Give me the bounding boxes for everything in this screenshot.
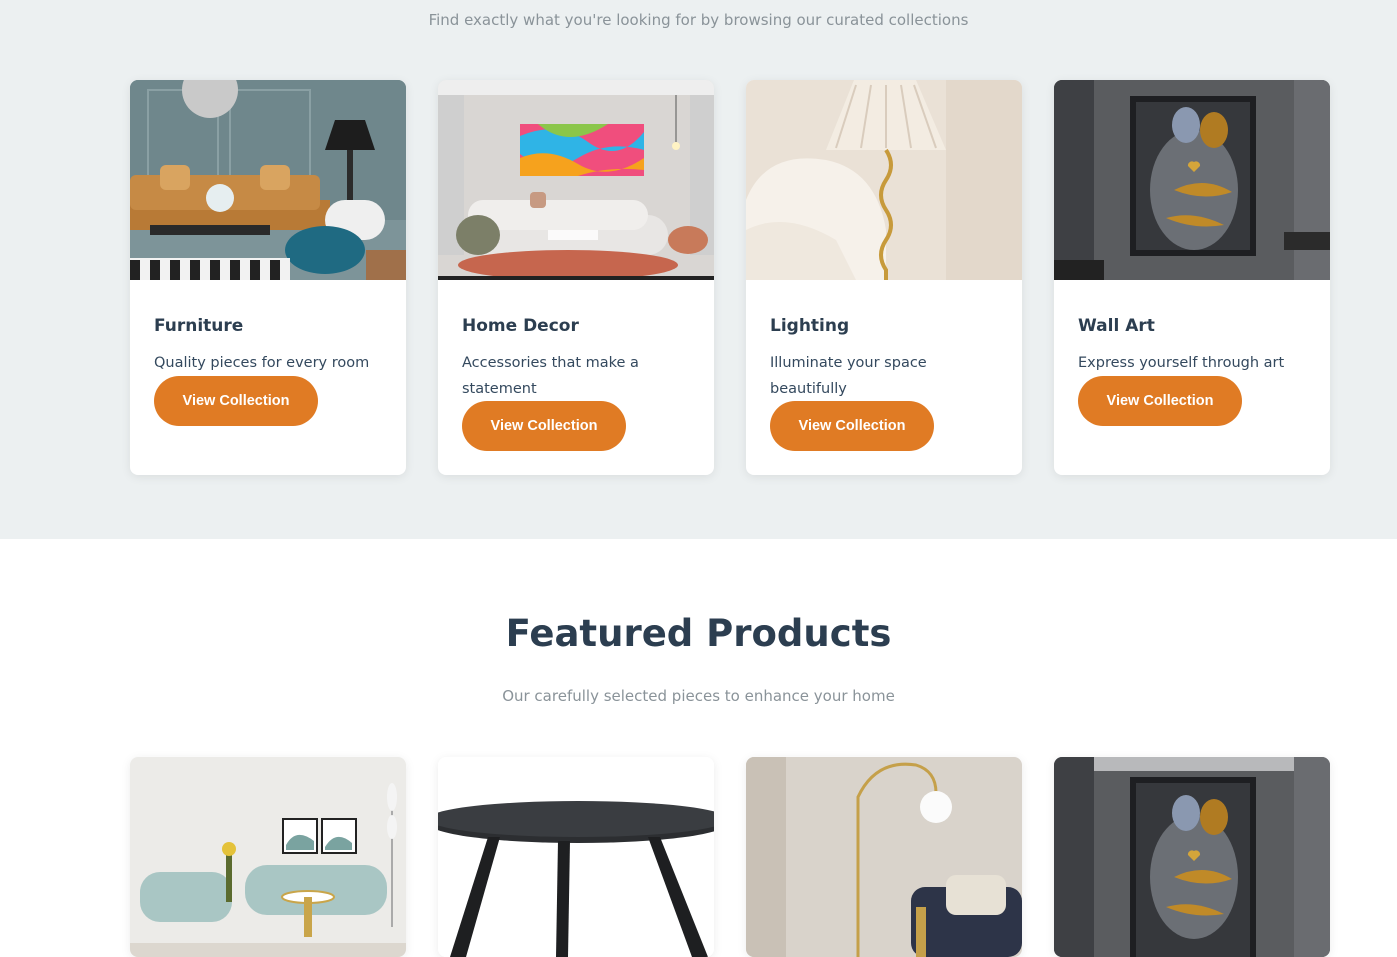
product-image bbox=[130, 757, 406, 957]
collection-card-lighting: Lighting Illuminate your space beautiful… bbox=[746, 80, 1022, 475]
product-image bbox=[438, 757, 714, 957]
home-decor-image bbox=[438, 80, 714, 280]
featured-title: Featured Products bbox=[505, 612, 892, 655]
lighting-image bbox=[746, 80, 1022, 280]
collection-card-home-decor: Home Decor Accessories that make a state… bbox=[438, 80, 714, 475]
collection-title: Wall Art bbox=[1078, 316, 1155, 336]
furniture-image bbox=[130, 80, 406, 280]
collection-description: Express yourself through art bbox=[1078, 355, 1285, 371]
product-image bbox=[746, 757, 1022, 957]
featured-subtitle: Our carefully selected pieces to enhance… bbox=[502, 687, 895, 705]
collections-subtitle: Find exactly what you're looking for by … bbox=[428, 11, 969, 29]
view-collection-button[interactable]: View Collection bbox=[770, 401, 934, 451]
product-card[interactable] bbox=[438, 757, 714, 957]
collection-title: Lighting bbox=[770, 316, 850, 336]
collection-title: Home Decor bbox=[462, 316, 579, 336]
collection-description: Quality pieces for every room bbox=[154, 355, 370, 371]
wall-art-image bbox=[1054, 80, 1330, 280]
collection-card-furniture: Furniture Quality pieces for every room … bbox=[130, 80, 406, 475]
product-image bbox=[1054, 757, 1330, 957]
collection-description: Illuminate your space beautifully bbox=[770, 355, 927, 397]
view-collection-button[interactable]: View Collection bbox=[1078, 376, 1242, 426]
collection-title: Furniture bbox=[154, 316, 244, 336]
collection-description: Accessories that make a statement bbox=[462, 355, 639, 397]
collections-section: Find exactly what you're looking for by … bbox=[0, 0, 1397, 539]
view-collection-button[interactable]: View Collection bbox=[154, 376, 318, 426]
collection-card-wall-art: Wall Art Express yourself through art Vi… bbox=[1054, 80, 1330, 475]
product-card[interactable] bbox=[746, 757, 1022, 957]
product-card[interactable] bbox=[1054, 757, 1330, 957]
view-collection-button[interactable]: View Collection bbox=[462, 401, 626, 451]
product-card[interactable] bbox=[130, 757, 406, 957]
